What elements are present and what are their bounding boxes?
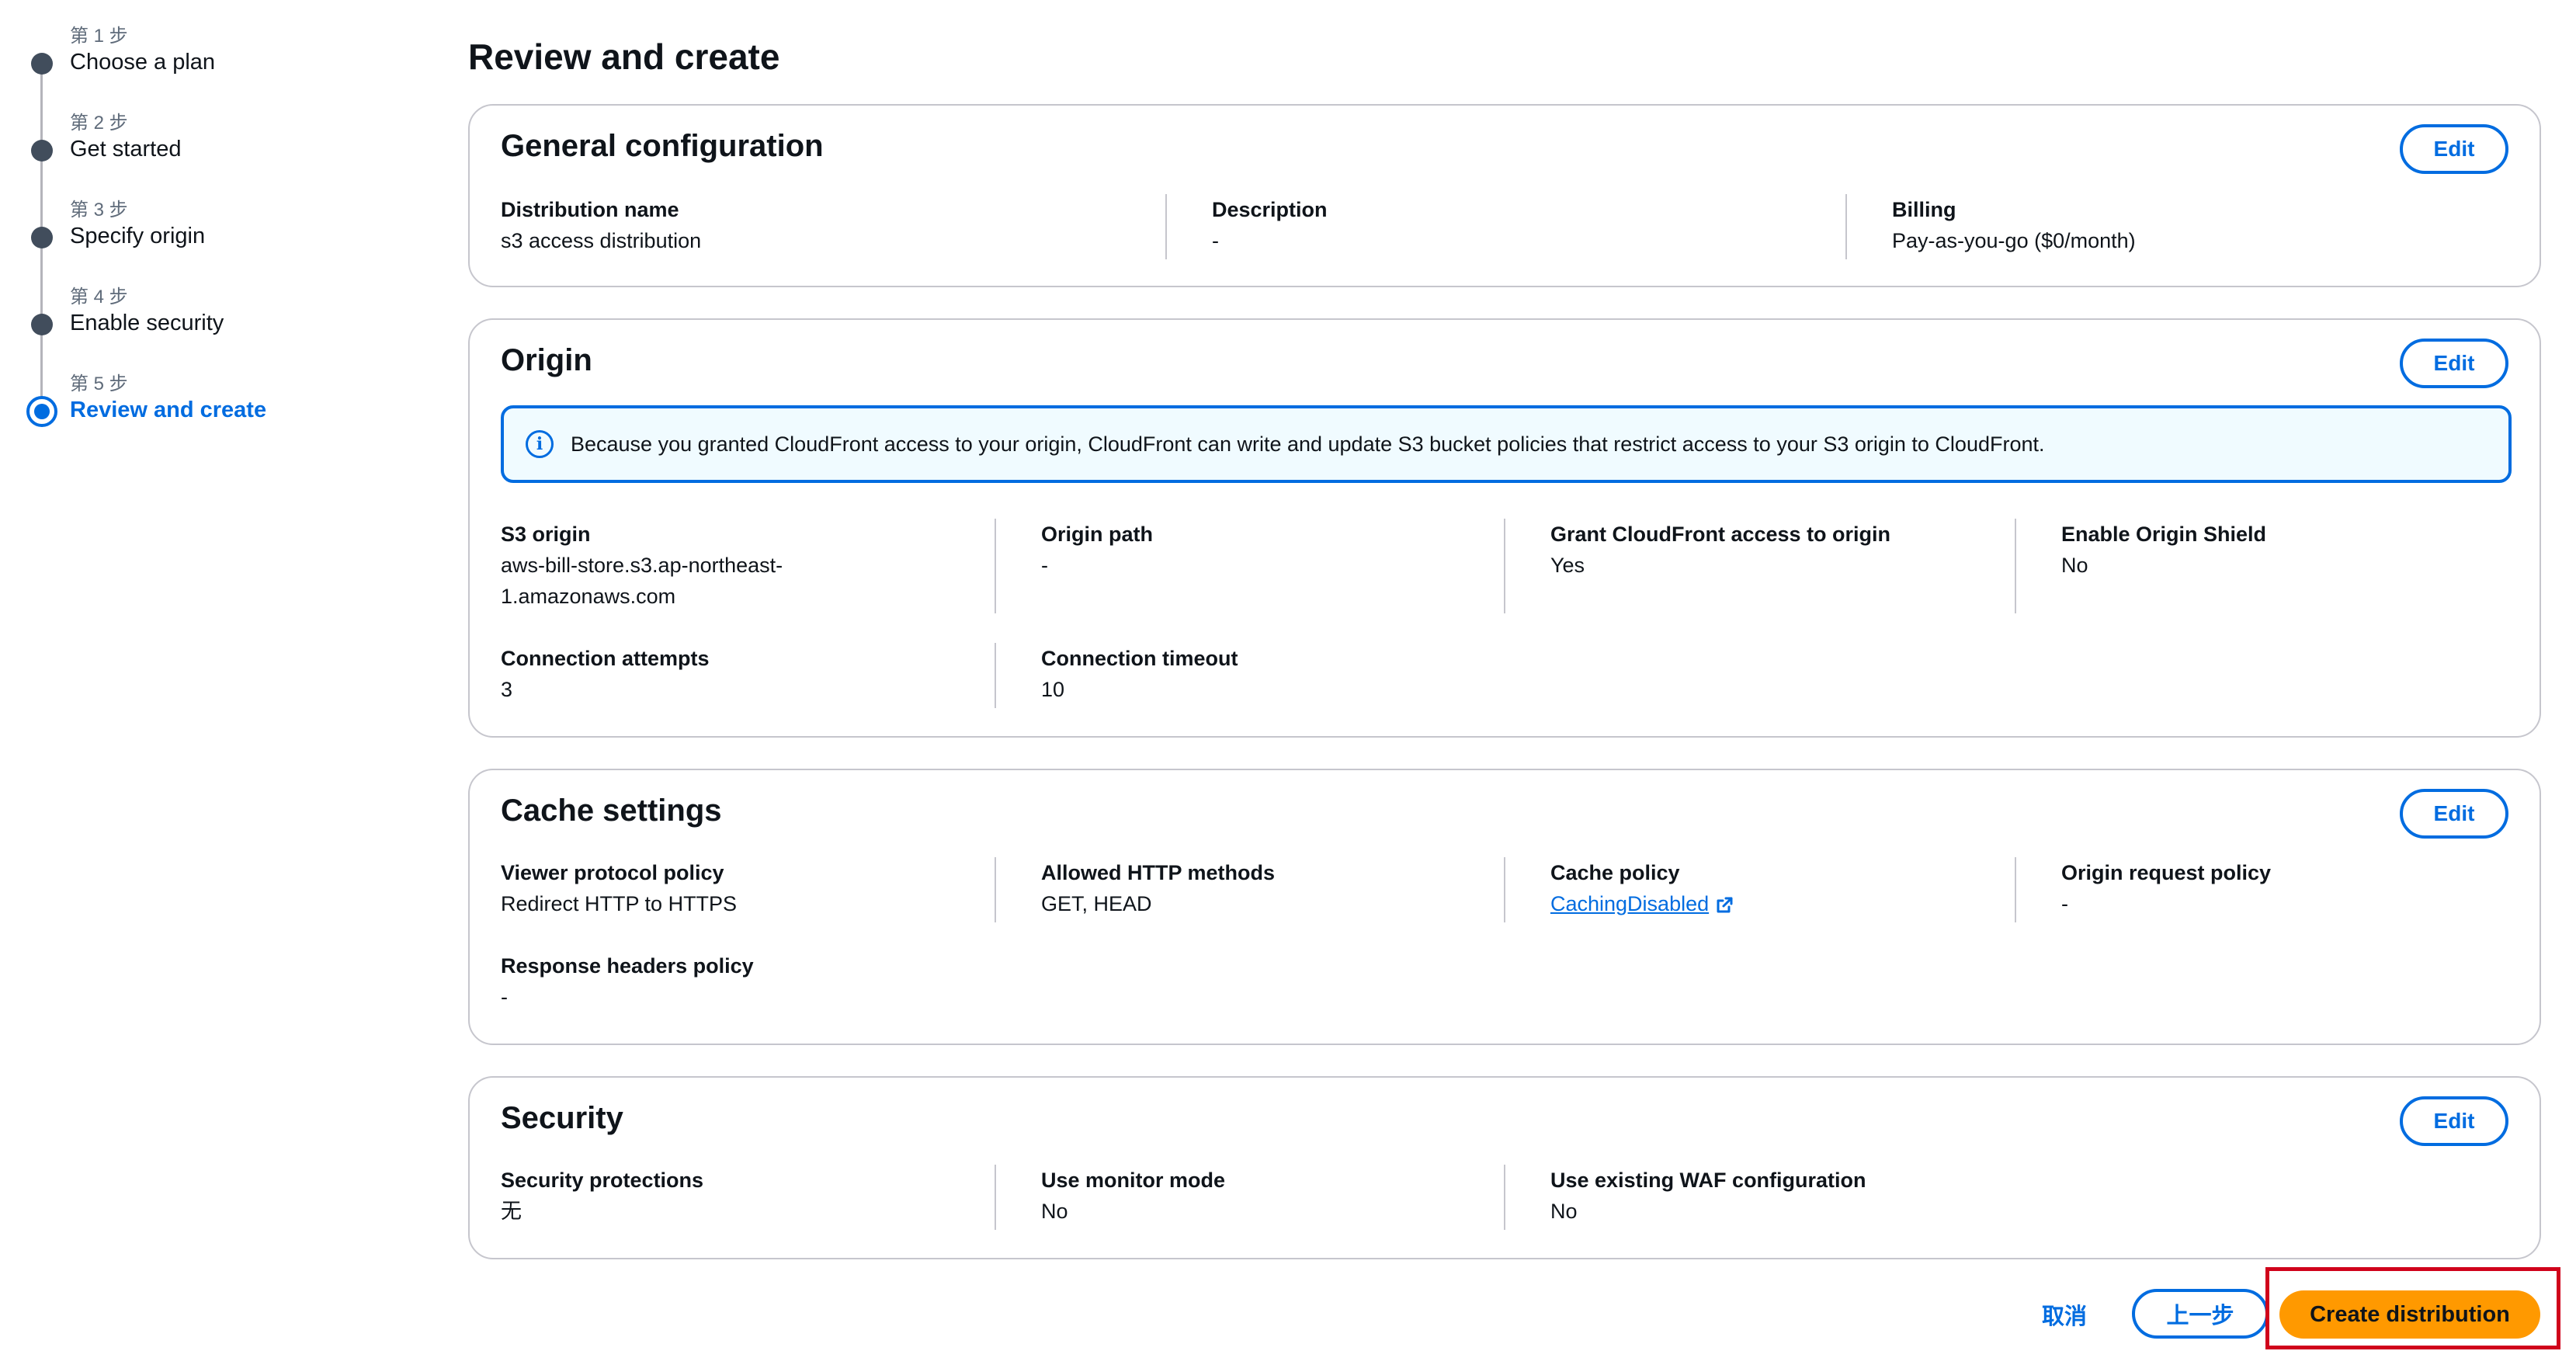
column-divider	[995, 519, 996, 613]
panel-title: General configuration	[501, 129, 824, 163]
step-number: 第 3 步	[70, 200, 128, 221]
panel-title: Origin	[501, 343, 592, 377]
page-title: Review and create	[468, 36, 780, 77]
step-number: 第 4 步	[70, 287, 128, 307]
billing-field: Billing Pay-as-you-go ($0/month)	[1892, 194, 2136, 256]
field-label: Distribution name	[501, 198, 679, 221]
security-protections-field: Security protections 无	[501, 1165, 703, 1227]
origin-path-field: Origin path -	[1041, 519, 1153, 581]
field-label: Allowed HTTP methods	[1041, 861, 1276, 884]
external-link-icon[interactable]	[1715, 896, 1734, 915]
cancel-button[interactable]: 取消	[2042, 1298, 2087, 1331]
field-value: GET, HEAD	[1041, 892, 1152, 915]
highlight-annotation-box	[2265, 1267, 2560, 1349]
edit-origin-button[interactable]: Edit	[2400, 339, 2508, 388]
info-alert: i Because you granted CloudFront access …	[501, 405, 2512, 483]
field-label: Viewer protocol policy	[501, 861, 724, 884]
panel-title: Security	[501, 1101, 623, 1135]
origin-request-policy-field: Origin request policy -	[2061, 857, 2271, 919]
field-value: Redirect HTTP to HTTPS	[501, 892, 738, 915]
response-headers-policy-field: Response headers policy -	[501, 950, 754, 1012]
cache-policy-link[interactable]: CachingDisabled	[1550, 892, 1709, 915]
column-divider	[1504, 857, 1505, 922]
edit-cache-button[interactable]: Edit	[2400, 789, 2508, 839]
field-value: Pay-as-you-go ($0/month)	[1892, 229, 2136, 252]
step-complete-dot-icon	[31, 140, 53, 161]
step-complete-dot-icon	[31, 53, 53, 75]
field-value: Yes	[1550, 554, 1585, 577]
step-label: Specify origin	[70, 224, 206, 248]
field-label: Connection attempts	[501, 647, 710, 670]
step-label: Enable security	[70, 311, 224, 335]
field-value: -	[1212, 229, 1219, 252]
field-label: Grant CloudFront access to origin	[1550, 523, 1891, 546]
wizard-stepper: 第 1 步 Choose a plan 第 2 步 Get started 第 …	[0, 0, 435, 466]
field-label: Origin path	[1041, 523, 1153, 546]
field-value: -	[501, 985, 508, 1009]
step-complete-dot-icon	[31, 314, 53, 335]
field-label: Cache policy	[1550, 861, 1680, 884]
origin-shield-field: Enable Origin Shield No	[2061, 519, 2266, 581]
connection-attempts-field: Connection attempts 3	[501, 643, 710, 705]
edit-security-button[interactable]: Edit	[2400, 1096, 2508, 1146]
field-label: Response headers policy	[501, 954, 754, 978]
step-number: 第 2 步	[70, 113, 128, 134]
field-value: No	[1550, 1200, 1578, 1223]
field-label: Enable Origin Shield	[2061, 523, 2267, 546]
field-label: Use monitor mode	[1041, 1169, 1226, 1192]
field-label: S3 origin	[501, 523, 591, 546]
field-value: No	[2061, 554, 2088, 577]
field-label: Origin request policy	[2061, 861, 2272, 884]
monitor-mode-field: Use monitor mode No	[1041, 1165, 1225, 1227]
field-value: s3 access distribution	[501, 229, 702, 252]
field-value-line-2: 1.amazonaws.com	[501, 585, 676, 608]
step-label: Choose a plan	[70, 50, 216, 75]
general-configuration-panel: General configuration Edit Distribution …	[468, 104, 2541, 287]
edit-general-button[interactable]: Edit	[2400, 124, 2508, 174]
column-divider	[2015, 857, 2016, 922]
column-divider	[995, 1165, 996, 1230]
column-divider	[1845, 194, 1847, 259]
field-label: Security protections	[501, 1169, 704, 1192]
cache-policy-field: Cache policy CachingDisabled	[1550, 857, 1734, 919]
column-divider	[1165, 194, 1167, 259]
step-label: Review and create	[70, 398, 267, 422]
security-panel: Security Edit Security protections 无 Use…	[468, 1076, 2541, 1259]
field-label: Use existing WAF configuration	[1550, 1169, 1866, 1192]
field-value: No	[1041, 1200, 1068, 1223]
column-divider	[1504, 519, 1505, 613]
distribution-name-field: Distribution name s3 access distribution	[501, 194, 701, 256]
field-value: 10	[1041, 678, 1065, 701]
origin-panel: Origin Edit i Because you granted CloudF…	[468, 318, 2541, 738]
field-label: Connection timeout	[1041, 647, 1238, 670]
previous-button[interactable]: 上一步	[2132, 1289, 2269, 1339]
info-icon: i	[526, 430, 554, 458]
connection-timeout-field: Connection timeout 10	[1041, 643, 1238, 705]
field-value: 3	[501, 678, 513, 701]
column-divider	[995, 857, 996, 922]
field-value: -	[1041, 554, 1048, 577]
panel-title: Cache settings	[501, 794, 722, 828]
field-value: -	[2061, 892, 2068, 915]
step-number: 第 1 步	[70, 26, 128, 47]
allowed-methods-field: Allowed HTTP methods GET, HEAD	[1041, 857, 1275, 919]
existing-waf-field: Use existing WAF configuration No	[1550, 1165, 1866, 1227]
field-value: 无	[501, 1200, 522, 1223]
description-field: Description -	[1212, 194, 1328, 256]
column-divider	[1504, 1165, 1505, 1230]
column-divider	[995, 643, 996, 708]
cache-settings-panel: Cache settings Edit Viewer protocol poli…	[468, 769, 2541, 1045]
grant-access-field: Grant CloudFront access to origin Yes	[1550, 519, 1890, 581]
s3-origin-field: S3 origin aws-bill-store.s3.ap-northeast…	[501, 519, 982, 612]
step-complete-dot-icon	[31, 227, 53, 248]
step-label: Get started	[70, 137, 182, 161]
column-divider	[2015, 519, 2016, 613]
field-label: Billing	[1892, 198, 1956, 221]
field-label: Description	[1212, 198, 1328, 221]
viewer-protocol-field: Viewer protocol policy Redirect HTTP to …	[501, 857, 737, 919]
info-alert-text: Because you granted CloudFront access to…	[571, 432, 2045, 456]
step-current-dot-icon	[26, 396, 57, 427]
field-value-line-1: aws-bill-store.s3.ap-northeast-	[501, 554, 783, 577]
step-number: 第 5 步	[70, 373, 128, 394]
